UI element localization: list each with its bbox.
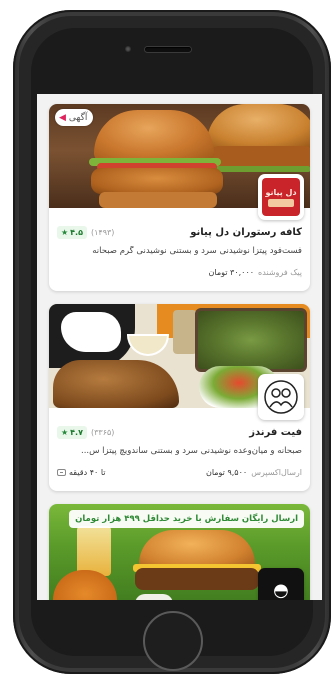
clock-icon (57, 469, 66, 476)
rating-badge: ★ ۴.۵ (57, 225, 87, 239)
burger-bun-shape (207, 104, 310, 148)
star-icon: ★ (61, 427, 69, 437)
sauce-shape (135, 594, 173, 600)
salad-box-shape (195, 308, 307, 372)
restaurant-tags: فست‌فود پیتزا نوشیدنی سرد و بستنی نوشیدن… (92, 246, 302, 256)
delivery-info: پیک فروشنده ۳۰,۰۰۰ تومان (57, 268, 302, 277)
restaurant-card[interactable]: ارسال رایگان سفارش با خرید حداقل ۴۹۹ هزا… (49, 504, 310, 600)
burger-lettuce-shape (215, 166, 310, 172)
burger-patty-shape (91, 168, 223, 194)
title-row: کافه رستوران دل پیانو ★ ۴.۵ (۱۴۹۳) (57, 224, 302, 240)
app-screen: آگهی ◀ دل پیانو کافه رستوران دل پیانو ★ … (37, 94, 322, 600)
restaurant-info: کافه رستوران دل پیانو ★ ۴.۵ (۱۴۹۳) فست‌ف… (49, 208, 310, 291)
burger-icon: ◓ (273, 580, 289, 600)
star-icon: ★ (61, 227, 69, 237)
delivery-fee: ۹,۵۰۰ تومان (205, 468, 248, 477)
rating-value: ۴.۵ (70, 227, 83, 237)
front-camera-icon (125, 46, 131, 52)
logo-text: دل پیانو (265, 187, 297, 197)
logo-stripe (268, 198, 294, 207)
restaurant-tags: صبحانه و میان‌وعده نوشیدنی سرد و بستنی س… (81, 446, 302, 456)
burger-bun-shape (94, 110, 214, 162)
delivery-label: ارسال‌اکسپرس (251, 468, 302, 477)
burger-bun-shape (99, 192, 217, 208)
pizza-logo: دل پیانو (258, 174, 304, 220)
megaphone-icon: ◀ (59, 112, 66, 123)
review-count: (۱۴۹۳) (90, 227, 115, 237)
bread-shape (53, 360, 179, 408)
restaurant-card[interactable]: فیت فرندز ★ ۴.۷ (۳۳۶۵) صبحانه و میان‌وعد… (49, 304, 310, 491)
bowl-shape (127, 334, 169, 356)
delivery-label: پیک فروشنده (258, 268, 302, 277)
restaurant-name: کافه رستوران دل پیانو (190, 226, 302, 238)
review-count: (۳۳۶۵) (90, 427, 115, 437)
friends-logo (258, 374, 304, 420)
restaurant-card[interactable]: آگهی ◀ دل پیانو کافه رستوران دل پیانو ★ … (49, 104, 310, 291)
logo-badge: دل پیانو (262, 178, 300, 216)
ad-badge: آگهی ◀ (55, 109, 94, 126)
rating-badge: ★ ۴.۷ (57, 425, 87, 439)
home-button[interactable] (143, 611, 203, 671)
title-row: فیت فرندز ★ ۴.۷ (۳۳۶۵) (57, 424, 302, 440)
burger-patty-shape (211, 146, 310, 168)
restaurant-info: فیت فرندز ★ ۴.۷ (۳۳۶۵) صبحانه و میان‌وعد… (49, 408, 310, 491)
friends-logo-drawing (264, 380, 298, 414)
restaurant-name: فیت فرندز (249, 426, 302, 438)
rating-wrap: ★ ۴.۵ (۱۴۹۳) (57, 225, 115, 239)
promo-banner: ارسال رایگان سفارش با خرید حداقل ۴۹۹ هزا… (69, 510, 304, 528)
delivery-fee: ۳۰,۰۰۰ تومان (208, 268, 255, 277)
eta-text: تا ۴۰ دقیقه (69, 468, 106, 477)
burger-patty-shape (135, 568, 259, 590)
cup-shape (173, 310, 197, 354)
drink-shape (77, 526, 111, 576)
rating-value: ۴.۷ (70, 427, 83, 437)
ad-label: آگهی (68, 112, 88, 123)
rating-wrap: ★ ۴.۷ (۳۳۶۵) (57, 425, 115, 439)
delivery-eta: تا ۴۰ دقیقه (57, 468, 106, 477)
platter-backdrop-shape (61, 312, 121, 352)
burger-logo: ◓ (258, 568, 304, 600)
speaker-grille (145, 47, 191, 52)
